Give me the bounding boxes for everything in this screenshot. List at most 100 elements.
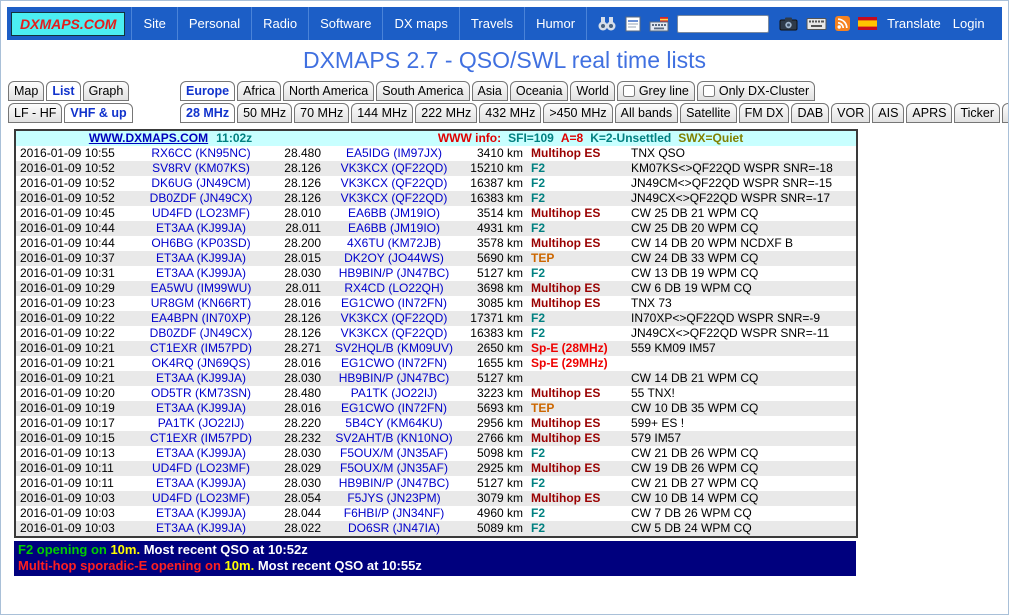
tab-africa[interactable]: Africa	[237, 81, 281, 101]
tab-fm-dx[interactable]: FM DX	[739, 103, 790, 123]
dxmaps-logo[interactable]: DXMAPS.COM	[11, 12, 125, 36]
qso-station2[interactable]: 5B4CY (KM64KU)	[345, 416, 442, 430]
search-input[interactable]	[677, 15, 769, 33]
qso-station1[interactable]: ET3AA (KJ99JA)	[156, 266, 246, 280]
nav-item-personal[interactable]: Personal	[178, 7, 252, 40]
nav-item-dx-maps[interactable]: DX maps	[383, 7, 459, 40]
qso-station1[interactable]: ET3AA (KJ99JA)	[156, 446, 246, 460]
qso-station1[interactable]: CT1EXR (IM57PD)	[150, 431, 252, 445]
qso-station2[interactable]: DK2OY (JO44WS)	[344, 251, 444, 265]
tab-list[interactable]: List	[46, 81, 80, 101]
qso-station2[interactable]: SV2HQL/B (KM09UV)	[335, 341, 453, 355]
tab-lf-hf[interactable]: LF - HF	[8, 103, 62, 123]
translate-keyboard-icon[interactable]	[649, 16, 669, 32]
nav-item-travels[interactable]: Travels	[460, 7, 525, 40]
qso-station1[interactable]: OK4RQ (JN69QS)	[152, 356, 251, 370]
tab-dab[interactable]: DAB	[791, 103, 829, 123]
binoculars-icon[interactable]	[597, 16, 617, 32]
qso-station1[interactable]: ET3AA (KJ99JA)	[156, 371, 246, 385]
nav-item-radio[interactable]: Radio	[252, 7, 309, 40]
tab-50-mhz[interactable]: 50 MHz	[237, 103, 292, 123]
qso-station2[interactable]: F5OUX/M (JN35AF)	[340, 446, 448, 460]
qso-station1[interactable]: UR8GM (KN66RT)	[151, 296, 251, 310]
qso-station2[interactable]: HB9BIN/P (JN47BC)	[339, 476, 449, 490]
tab-aprs[interactable]: APRS	[906, 103, 952, 123]
tab-europe[interactable]: Europe	[180, 81, 235, 101]
qso-station1[interactable]: OD5TR (KM73SN)	[151, 386, 251, 400]
qso-station2[interactable]: VK3KCX (QF22QD)	[341, 326, 448, 340]
qso-station2[interactable]: HB9BIN/P (JN47BC)	[339, 266, 449, 280]
checklist-icon[interactable]	[625, 16, 641, 32]
checkbox-grey-line[interactable]	[623, 85, 635, 97]
tab-south-america[interactable]: South America	[376, 81, 469, 101]
tab-70-mhz[interactable]: 70 MHz	[294, 103, 349, 123]
qso-station1[interactable]: DK6UG (JN49CM)	[151, 176, 250, 190]
nav-item-site[interactable]: Site	[131, 7, 177, 40]
checkbox-only-dx-cluster[interactable]	[703, 85, 715, 97]
tab-oceania[interactable]: Oceania	[510, 81, 569, 101]
tab-muf-es[interactable]: MUF ES	[1002, 103, 1009, 123]
dxmaps-www-link[interactable]: WWW.DXMAPS.COM	[89, 131, 208, 145]
qso-station2[interactable]: PA1TK (JO22IJ)	[351, 386, 437, 400]
qso-station2[interactable]: EA5IDG (IM97JX)	[346, 146, 442, 160]
tab-vor[interactable]: VOR	[831, 103, 870, 123]
tab-ais[interactable]: AIS	[872, 103, 904, 123]
qso-station2[interactable]: EA6BB (JM19IO)	[348, 221, 440, 235]
translate-link[interactable]: Translate	[887, 16, 941, 31]
qso-station1[interactable]: UD4FD (LO23MF)	[152, 461, 250, 475]
qso-station2[interactable]: VK3KCX (QF22QD)	[341, 311, 448, 325]
qso-station1[interactable]: OH6BG (KP03SD)	[151, 236, 250, 250]
tab-north-america[interactable]: North America	[283, 81, 374, 101]
keyboard-icon[interactable]	[806, 17, 827, 31]
qso-station1[interactable]: UD4FD (LO23MF)	[152, 491, 250, 505]
tab-432-mhz[interactable]: 432 MHz	[479, 103, 541, 123]
tab-vhf-up[interactable]: VHF & up	[64, 103, 132, 123]
rss-icon[interactable]	[835, 16, 850, 31]
qso-station1[interactable]: SV8RV (KM07KS)	[152, 161, 250, 175]
qso-station2[interactable]: F6HBI/P (JN34NF)	[344, 506, 444, 520]
qso-station2[interactable]: RX4CD (LO22QH)	[344, 281, 443, 295]
tab-222-mhz[interactable]: 222 MHz	[415, 103, 477, 123]
nav-item-humor[interactable]: Humor	[525, 7, 587, 40]
tab-ticker[interactable]: Ticker	[954, 103, 1000, 123]
qso-station1[interactable]: DB0ZDF (JN49CX)	[150, 326, 253, 340]
qso-station2[interactable]: EA6BB (JM19IO)	[348, 206, 440, 220]
qso-station2[interactable]: VK3KCX (QF22QD)	[341, 191, 448, 205]
option-tab-grey-line[interactable]: Grey line	[617, 81, 695, 101]
qso-station1[interactable]: ET3AA (KJ99JA)	[156, 521, 246, 535]
qso-station1[interactable]: RX6CC (KN95NC)	[151, 146, 250, 160]
qso-station1[interactable]: ET3AA (KJ99JA)	[156, 506, 246, 520]
tab-144-mhz[interactable]: 144 MHz	[351, 103, 413, 123]
tab-asia[interactable]: Asia	[472, 81, 508, 101]
qso-station2[interactable]: EG1CWO (IN72FN)	[341, 296, 447, 310]
tab-map[interactable]: Map	[8, 81, 44, 101]
tab-graph[interactable]: Graph	[83, 81, 130, 101]
qso-station1[interactable]: PA1TK (JO22IJ)	[158, 416, 244, 430]
option-tab-only-dx-cluster[interactable]: Only DX-Cluster	[697, 81, 815, 101]
qso-station1[interactable]: ET3AA (KJ99JA)	[156, 251, 246, 265]
qso-station2[interactable]: HB9BIN/P (JN47BC)	[339, 371, 449, 385]
qso-station1[interactable]: ET3AA (KJ99JA)	[156, 221, 246, 235]
qso-station2[interactable]: 4X6TU (KM72JB)	[347, 236, 441, 250]
camera-icon[interactable]	[779, 16, 798, 31]
qso-station1[interactable]: UD4FD (LO23MF)	[152, 206, 250, 220]
qso-station1[interactable]: EA4BPN (IN70XP)	[151, 311, 251, 325]
qso-station1[interactable]: ET3AA (KJ99JA)	[156, 476, 246, 490]
qso-station2[interactable]: SV2AHT/B (KN10NO)	[335, 431, 452, 445]
spain-flag-icon[interactable]	[858, 17, 877, 30]
qso-station1[interactable]: ET3AA (KJ99JA)	[156, 401, 246, 415]
qso-station2[interactable]: DO6SR (JN47IA)	[348, 521, 440, 535]
qso-station2[interactable]: EG1CWO (IN72FN)	[341, 356, 447, 370]
qso-station2[interactable]: F5JYS (JN23PM)	[347, 491, 440, 505]
tab-all-bands[interactable]: All bands	[615, 103, 678, 123]
qso-station1[interactable]: DB0ZDF (JN49CX)	[150, 191, 253, 205]
qso-station1[interactable]: EA5WU (IM99WU)	[151, 281, 252, 295]
tab-450-mhz[interactable]: >450 MHz	[543, 103, 612, 123]
nav-item-software[interactable]: Software	[309, 7, 383, 40]
qso-station2[interactable]: EG1CWO (IN72FN)	[341, 401, 447, 415]
tab-28-mhz[interactable]: 28 MHz	[180, 103, 235, 123]
qso-station2[interactable]: VK3KCX (QF22QD)	[341, 176, 448, 190]
qso-station2[interactable]: F5OUX/M (JN35AF)	[340, 461, 448, 475]
qso-station2[interactable]: VK3KCX (QF22QD)	[341, 161, 448, 175]
tab-satellite[interactable]: Satellite	[680, 103, 736, 123]
